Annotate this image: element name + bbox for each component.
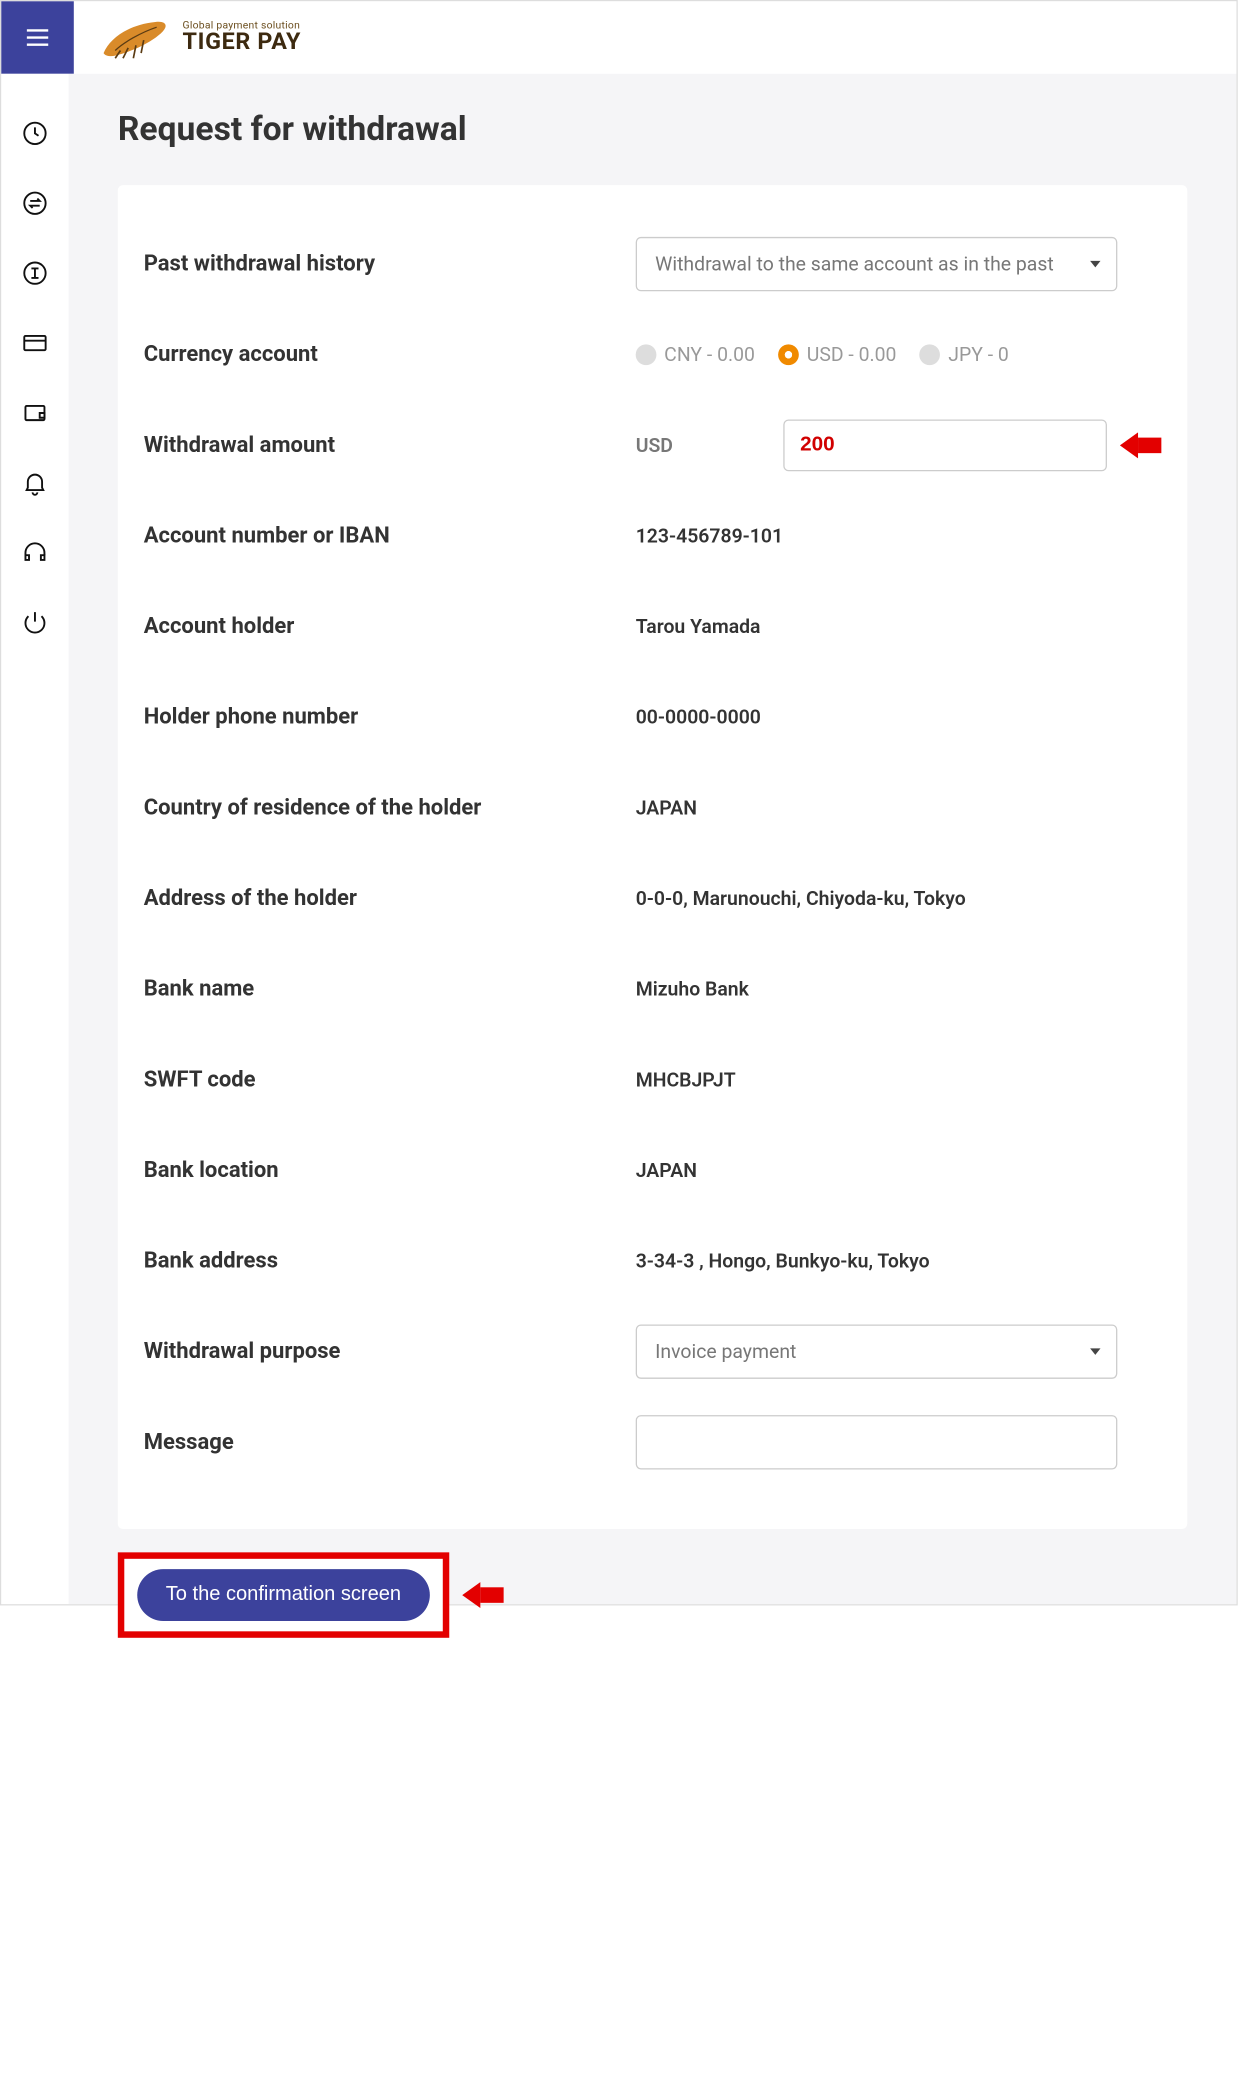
bank-address-label: Bank address [144,1248,636,1274]
radio-dot-icon [778,344,799,365]
account-number-value: 123-456789-101 [636,524,1162,547]
bank-name-label: Bank name [144,976,636,1002]
brand-name: TIGER PAY [183,31,302,54]
currency-usd-label: USD - 0.00 [807,343,897,366]
nav-wallet-icon[interactable] [19,397,50,428]
purpose-select-value: Invoice payment [655,1340,796,1363]
swift-label: SWFT code [144,1067,636,1093]
country-label: Country of residence of the holder [144,795,636,821]
nav-bell-icon[interactable] [19,467,50,498]
address-label: Address of the holder [144,886,636,912]
amount-input[interactable] [783,419,1107,471]
page-title: Request for withdrawal [118,110,1187,149]
chevron-down-icon [1090,1348,1100,1354]
amount-unit: USD [636,434,784,457]
purpose-select[interactable]: Invoice payment [636,1324,1118,1378]
purpose-label: Withdrawal purpose [144,1339,636,1365]
bank-location-label: Bank location [144,1157,636,1183]
nav-power-icon[interactable] [19,607,50,638]
history-select-value: Withdrawal to the same account as in the… [655,252,1054,275]
swift-value: MHCBJPJT [636,1068,1162,1091]
account-holder-label: Account holder [144,614,636,640]
nav-card-icon[interactable] [19,328,50,359]
account-holder-value: Tarou Yamada [636,615,1162,638]
currency-radio-cny[interactable]: CNY - 0.00 [636,343,755,366]
chevron-down-icon [1090,261,1100,267]
sidebar [1,74,68,1604]
currency-label: Currency account [144,342,636,368]
brand-logo: Global payment solution TIGER PAY [97,12,301,64]
bank-name-value: Mizuho Bank [636,977,1162,1000]
currency-cny-label: CNY - 0.00 [664,343,755,366]
radio-dot-icon [636,344,657,365]
country-value: JAPAN [636,796,1162,819]
tiger-icon [97,12,175,64]
nav-clock-icon[interactable] [19,118,50,149]
history-label: Past withdrawal history [144,251,636,277]
bank-address-value: 3-34-3 , Hongo, Bunkyo-ku, Tokyo [636,1249,1162,1272]
amount-label: Withdrawal amount [144,432,636,458]
nav-exchange-icon[interactable] [19,188,50,219]
annotation-arrow-icon [462,1582,503,1608]
phone-value: 00-0000-0000 [636,706,1162,729]
hamburger-icon [23,23,51,51]
top-bar: Global payment solution TIGER PAY [1,1,1236,74]
menu-toggle-button[interactable] [1,1,74,74]
annotation-highlight: To the confirmation screen [118,1552,449,1637]
withdrawal-form: Past withdrawal history Withdrawal to th… [118,185,1187,1529]
currency-jpy-label: JPY - 0 [948,343,1009,366]
phone-label: Holder phone number [144,704,636,730]
account-number-label: Account number or IBAN [144,523,636,549]
currency-radio-usd[interactable]: USD - 0.00 [778,343,896,366]
message-input[interactable] [636,1415,1118,1469]
history-select[interactable]: Withdrawal to the same account as in the… [636,237,1118,291]
main-content: Request for withdrawal Past withdrawal h… [69,74,1237,1604]
nav-headset-icon[interactable] [19,537,50,568]
message-label: Message [144,1429,636,1455]
bank-location-value: JAPAN [636,1159,1162,1182]
annotation-arrow-icon [1120,432,1161,458]
confirm-button[interactable]: To the confirmation screen [137,1569,429,1621]
nav-transfer-icon[interactable] [19,258,50,289]
currency-radio-jpy[interactable]: JPY - 0 [920,343,1009,366]
radio-dot-icon [920,344,941,365]
address-value: 0-0-0, Marunouchi, Chiyoda-ku, Tokyo [636,887,1162,910]
